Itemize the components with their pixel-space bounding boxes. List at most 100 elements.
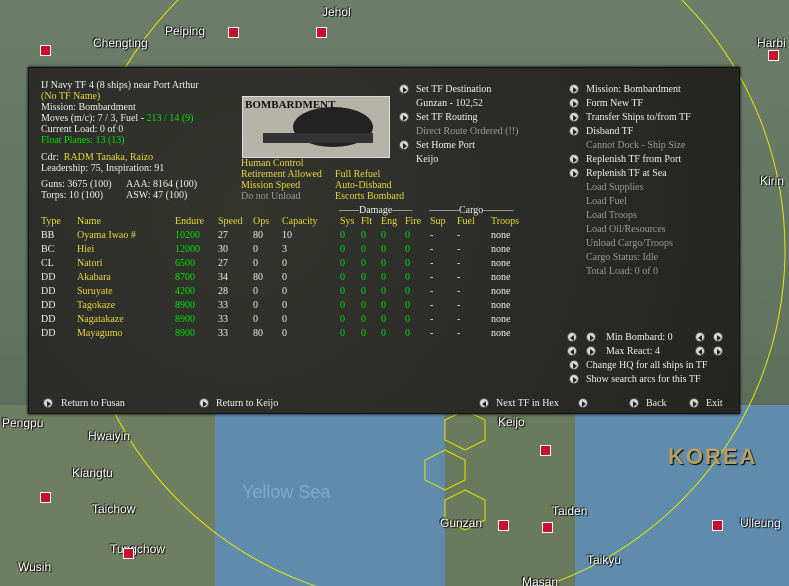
show-arcs-button[interactable] bbox=[569, 374, 579, 384]
table-row[interactable]: BC Hiei 12000 30 0 3 0 0 0 0- - none bbox=[41, 244, 511, 258]
base-marker[interactable] bbox=[40, 492, 51, 503]
return-fusan-button[interactable] bbox=[43, 398, 53, 408]
set-routing-button[interactable] bbox=[399, 112, 409, 122]
min-bombard-decrease-icon[interactable] bbox=[567, 332, 577, 342]
back-button[interactable] bbox=[629, 398, 639, 408]
col-capacity[interactable]: Capacity bbox=[282, 216, 318, 227]
ship-ops: 80 bbox=[253, 328, 263, 339]
option-escorts-bombard[interactable]: Escorts Bombard bbox=[335, 191, 404, 202]
set-home-port-label[interactable]: Set Home Port bbox=[416, 140, 475, 151]
menu-load-troops: Load Troops bbox=[586, 210, 637, 221]
ship-name[interactable]: Mayagumo bbox=[77, 328, 123, 339]
base-marker[interactable] bbox=[542, 522, 553, 533]
menu-transfer-ships[interactable]: Transfer Ships to/from TF bbox=[586, 112, 691, 123]
exit-button[interactable] bbox=[689, 398, 699, 408]
table-row[interactable]: DD Mayagumo 8900 33 80 0 0 0 0 0 - - none bbox=[41, 328, 511, 342]
return-keijo-label[interactable]: Return to Keijo bbox=[216, 398, 278, 409]
mission-image: BOMBARDMENT bbox=[242, 96, 390, 158]
base-marker[interactable] bbox=[540, 445, 551, 456]
option-human-control[interactable]: Human Control bbox=[241, 158, 304, 169]
ship-sup: - bbox=[430, 272, 434, 283]
menu-button-icon[interactable] bbox=[569, 98, 579, 108]
ship-name[interactable]: Tagokaze bbox=[77, 300, 115, 311]
min-bombard-left-icon[interactable] bbox=[695, 332, 705, 342]
option-mission-speed[interactable]: Mission Speed bbox=[241, 180, 300, 191]
col-eng[interactable]: Eng bbox=[381, 216, 397, 227]
max-react-decrease-icon[interactable] bbox=[567, 346, 577, 356]
return-keijo-button[interactable] bbox=[199, 398, 209, 408]
menu-button-icon[interactable] bbox=[569, 112, 579, 122]
table-row[interactable]: BB Oyama Iwao # 10200 27 80 10 0 0 0 0 - - none bbox=[41, 230, 511, 244]
set-home-port-button[interactable] bbox=[399, 140, 409, 150]
set-routing-label[interactable]: Set TF Routing bbox=[416, 112, 478, 123]
table-row[interactable]: DD Suruyate 4200 28 0 0 0 0 0 0 - - none bbox=[41, 286, 511, 300]
col-speed[interactable]: Speed bbox=[218, 216, 242, 227]
menu-button-icon[interactable] bbox=[569, 84, 579, 94]
change-hq-label[interactable]: Change HQ for all ships in TF bbox=[586, 360, 707, 371]
max-react-right-icon[interactable] bbox=[713, 346, 723, 356]
ship-fire: 0 bbox=[405, 314, 410, 325]
ship-speed: 33 bbox=[218, 314, 228, 325]
base-marker[interactable] bbox=[40, 45, 51, 56]
menu-button-icon[interactable] bbox=[569, 126, 579, 136]
min-bombard-increase-icon[interactable] bbox=[586, 332, 596, 342]
ship-type: DD bbox=[41, 300, 56, 311]
menu-form-new-tf[interactable]: Form New TF bbox=[586, 98, 643, 109]
menu-mission[interactable]: Mission: Bombardment bbox=[586, 84, 681, 95]
base-marker[interactable] bbox=[228, 27, 239, 38]
base-marker[interactable] bbox=[498, 520, 509, 531]
ship-name[interactable]: Nagatakaze bbox=[77, 314, 124, 325]
next-tf-label[interactable]: Next TF in Hex bbox=[496, 398, 559, 409]
col-fire[interactable]: Fire bbox=[405, 216, 421, 227]
col-sup[interactable]: Sup bbox=[430, 216, 446, 227]
menu-button-icon[interactable] bbox=[569, 154, 579, 164]
prev-tf-icon[interactable] bbox=[479, 398, 489, 408]
ship-flt: 0 bbox=[361, 272, 366, 283]
menu-disband-tf[interactable]: Disband TF bbox=[586, 126, 633, 137]
menu-replenish-sea[interactable]: Replenish TF at Sea bbox=[586, 168, 667, 179]
tf-name[interactable]: (No TF Name) bbox=[41, 91, 100, 102]
back-label[interactable]: Back bbox=[646, 398, 667, 409]
col-endure[interactable]: Endure bbox=[175, 216, 204, 227]
ship-name[interactable]: Suruyate bbox=[77, 286, 113, 297]
base-marker[interactable] bbox=[316, 27, 327, 38]
set-destination-button[interactable] bbox=[399, 84, 409, 94]
option-unload[interactable]: Do not Unload bbox=[241, 191, 300, 202]
col-name[interactable]: Name bbox=[77, 216, 101, 227]
col-flt[interactable]: Flt bbox=[361, 216, 372, 227]
col-ops[interactable]: Ops bbox=[253, 216, 269, 227]
max-react-left-icon[interactable] bbox=[695, 346, 705, 356]
table-row[interactable]: CL Natori 6500 27 0 0 0 0 0 0 - - none bbox=[41, 258, 511, 272]
col-fuel[interactable]: Fuel bbox=[457, 216, 475, 227]
col-sys[interactable]: Sys bbox=[340, 216, 354, 227]
next-tf-icon[interactable] bbox=[578, 398, 588, 408]
min-bombard-right-icon[interactable] bbox=[713, 332, 723, 342]
cdr-name[interactable]: RADM Tanaka, Raizo bbox=[64, 152, 153, 163]
col-type[interactable]: Type bbox=[41, 216, 61, 227]
table-row[interactable]: DD Tagokaze 8900 33 0 0 0 0 0 0 - - none bbox=[41, 300, 511, 314]
base-marker[interactable] bbox=[123, 548, 134, 559]
ship-eng: 0 bbox=[381, 230, 386, 241]
ship-name[interactable]: Natori bbox=[77, 258, 103, 269]
option-auto-disband[interactable]: Auto-Disband bbox=[335, 180, 392, 191]
menu-replenish-port[interactable]: Replenish TF from Port bbox=[586, 154, 681, 165]
set-destination-label[interactable]: Set TF Destination bbox=[416, 84, 491, 95]
return-fusan-label[interactable]: Return to Fusan bbox=[61, 398, 125, 409]
ship-name[interactable]: Oyama Iwao # bbox=[77, 230, 136, 241]
ship-name[interactable]: Hiei bbox=[77, 244, 94, 255]
col-troops[interactable]: Troops bbox=[491, 216, 519, 227]
base-marker[interactable] bbox=[712, 520, 723, 531]
change-hq-button[interactable] bbox=[569, 360, 579, 370]
ship-name[interactable]: Akabara bbox=[77, 272, 111, 283]
base-marker[interactable] bbox=[768, 50, 779, 61]
option-full-refuel[interactable]: Full Refuel bbox=[335, 169, 380, 180]
max-react-increase-icon[interactable] bbox=[586, 346, 596, 356]
exit-label[interactable]: Exit bbox=[706, 398, 723, 409]
option-retirement[interactable]: Retirement Allowed bbox=[241, 169, 322, 180]
menu-button-icon[interactable] bbox=[569, 168, 579, 178]
show-arcs-label[interactable]: Show search arcs for this TF bbox=[586, 374, 701, 385]
table-row[interactable]: DD Nagatakaze 8900 33 0 0 0 0 0 0 - - none bbox=[41, 314, 511, 328]
ship-endure: 6500 bbox=[175, 258, 195, 269]
ship-sup: - bbox=[430, 286, 434, 297]
table-row[interactable]: DD Akabara 8700 34 80 0 0 0 0 0 - - none bbox=[41, 272, 511, 286]
